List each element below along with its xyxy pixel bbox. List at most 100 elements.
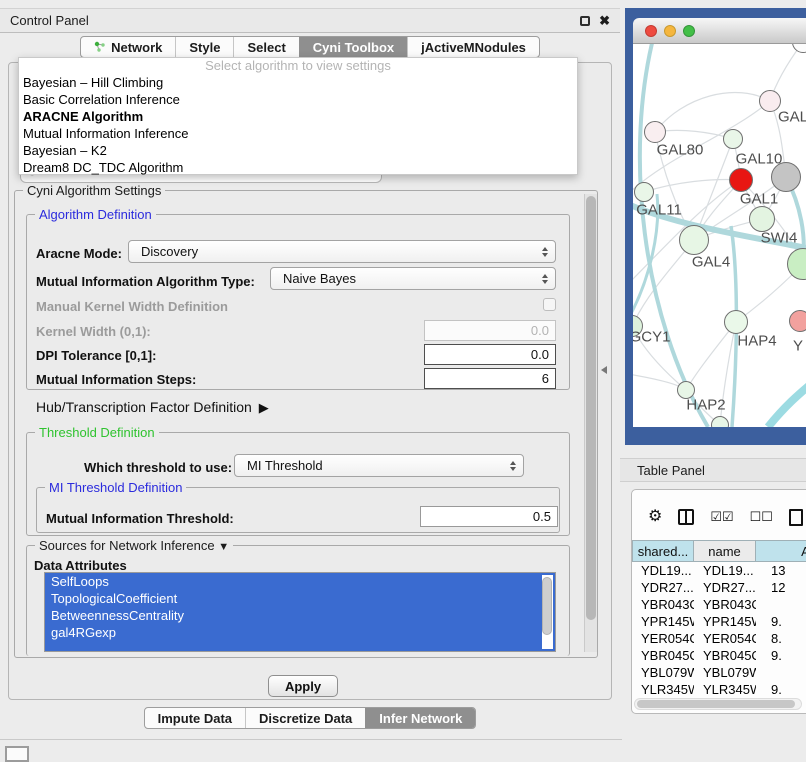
attribute-list-overflow [45, 641, 555, 651]
table-toolbar: ⚙ ☑☑ ☐☐ [631, 500, 806, 534]
zoom-button[interactable] [683, 25, 695, 37]
column-header-name[interactable]: name [694, 540, 756, 562]
float-panel-icon[interactable] [580, 16, 590, 26]
gear-icon[interactable]: ⚙ [648, 509, 662, 525]
algorithm-option-bayesian-hill-climbing[interactable]: Bayesian – Hill Climbing [19, 74, 577, 91]
tab-cyni-toolbox[interactable]: Cyni Toolbox [299, 37, 407, 57]
attribute-item-betweennesscentrality[interactable]: BetweennessCentrality [45, 607, 555, 624]
cell: YER054C [694, 631, 756, 646]
tab-style[interactable]: Style [175, 37, 233, 57]
algorithm-dropdown-placeholder: Select algorithm to view settings [19, 58, 577, 74]
cell: YLR345W [694, 682, 756, 697]
tab-label: Discretize Data [259, 711, 352, 726]
table-row[interactable]: YPR145WYPR145W9. [632, 613, 806, 630]
mi-type-select[interactable]: Naive Bayes [270, 267, 556, 290]
network-window-titlebar[interactable] [633, 18, 806, 44]
table-body: YDL19...YDL19...13YDR27...YDR27...12YBR0… [632, 562, 806, 697]
network-node-gal4[interactable] [679, 225, 709, 255]
kernel-width-label: Kernel Width (0,1): [36, 324, 151, 339]
attribute-item-topologicalcoefficient[interactable]: TopologicalCoefficient [45, 590, 555, 607]
mi-type-value: Naive Bayes [283, 271, 356, 286]
cell: YBL079W [632, 665, 694, 680]
tab-network[interactable]: Network [81, 37, 175, 57]
tab-infer-network[interactable]: Infer Network [365, 708, 475, 728]
manual-kernel-checkbox[interactable] [543, 298, 556, 311]
network-node-hap4[interactable] [724, 310, 748, 334]
table-row[interactable]: YBL079WYBL079W [632, 664, 806, 681]
which-threshold-select[interactable]: MI Threshold [234, 454, 524, 477]
columns-icon[interactable] [678, 509, 694, 525]
network-node[interactable] [771, 162, 801, 192]
dpi-tolerance-input[interactable] [424, 344, 556, 365]
node-label-hap2: HAP2 [686, 397, 725, 414]
table-row[interactable]: YER054CYER054C8. [632, 630, 806, 647]
tab-label: Style [189, 40, 220, 55]
dpi-tolerance-label: DPI Tolerance [0,1]: [36, 348, 156, 363]
algorithm-option-dream8-dc-tdc-algorithm[interactable]: Dream8 DC_TDC Algorithm [19, 159, 577, 176]
cell: YPR145W [632, 614, 694, 629]
minimized-panel-icon[interactable] [5, 746, 29, 762]
cell: 9. [756, 648, 806, 663]
which-threshold-label: Which threshold to use: [84, 460, 232, 475]
cell: 8. [756, 631, 806, 646]
algorithm-option-aracne-algorithm[interactable]: ARACNE Algorithm [19, 108, 577, 125]
close-panel-icon[interactable]: ✖ [599, 16, 610, 26]
settings-vertical-scrollbar[interactable] [584, 194, 597, 652]
mi-steps-label: Mutual Information Steps: [36, 372, 196, 387]
table-row[interactable]: YDL19...YDL19...13 [632, 562, 806, 579]
select-all-icon[interactable]: ☑☑ [710, 509, 733, 525]
network-node-gal80[interactable] [644, 121, 666, 143]
mi-threshold-input[interactable] [420, 506, 558, 527]
hub-definition-toggle[interactable]: Hub/Transcription Factor Definition ▶ [36, 399, 266, 416]
network-node-gal1[interactable] [749, 206, 775, 232]
table-scrollbar-thumb[interactable] [637, 700, 795, 708]
network-icon [94, 41, 106, 53]
algorithm-definition-title: Algorithm Definition [35, 207, 156, 222]
table-row[interactable]: YBR045CYBR045C9. [632, 647, 806, 664]
cell: 9. [756, 614, 806, 629]
settings-scrollbar-thumb[interactable] [586, 196, 596, 620]
bottom-tabbar: Impute Data Discretize Data Infer Network [0, 707, 620, 729]
sources-group-title[interactable]: Sources for Network Inference ▼ [35, 538, 233, 553]
minimize-button[interactable] [664, 25, 676, 37]
mi-steps-input[interactable] [424, 368, 556, 389]
splitter-collapse-icon[interactable] [601, 366, 607, 374]
attribute-list-scrollbar[interactable] [542, 575, 553, 649]
algorithm-option-basic-correlation-inference[interactable]: Basic Correlation Inference [19, 91, 577, 108]
mi-type-label: Mutual Information Algorithm Type: [36, 274, 255, 289]
network-node[interactable] [711, 416, 729, 427]
tab-select[interactable]: Select [233, 37, 298, 57]
tab-jactivemnodules[interactable]: jActiveMNodules [407, 37, 539, 57]
column-header-a[interactable]: A [756, 540, 806, 562]
algorithm-option-bayesian-k2[interactable]: Bayesian – K2 [19, 142, 577, 159]
algorithm-option-mutual-information-inference[interactable]: Mutual Information Inference [19, 125, 577, 142]
export-table-icon[interactable] [789, 509, 803, 526]
node-label-gal4: GAL4 [692, 254, 730, 271]
tab-impute-data[interactable]: Impute Data [145, 708, 245, 728]
data-attributes-list[interactable]: SelfLoopsTopologicalCoefficientBetweenne… [44, 572, 556, 652]
network-node-y[interactable] [789, 310, 806, 332]
attribute-item-gal4rgexp[interactable]: gal4RGexp [45, 624, 555, 641]
kernel-width-input[interactable] [424, 320, 556, 341]
table-row[interactable]: YDR27...YDR27...12 [632, 579, 806, 596]
hub-definition-label: Hub/Transcription Factor Definition [36, 399, 252, 415]
attribute-scrollbar-thumb[interactable] [542, 577, 552, 635]
deselect-all-icon[interactable]: ☐☐ [750, 509, 773, 525]
cell: YDL19... [632, 563, 694, 578]
tab-discretize-data[interactable]: Discretize Data [245, 708, 365, 728]
table-horizontal-scrollbar[interactable] [634, 698, 802, 710]
stepper-arrows-icon [542, 247, 548, 257]
attribute-item-selfloops[interactable]: SelfLoops [45, 573, 555, 590]
table-row[interactable]: YBR043CYBR043C [632, 596, 806, 613]
aracne-mode-select[interactable]: Discovery [128, 240, 556, 263]
network-node[interactable] [729, 168, 753, 192]
column-header-shared[interactable]: shared... [632, 540, 694, 562]
control-panel-title: Control Panel [0, 13, 89, 28]
network-node-gal10[interactable] [723, 129, 743, 149]
close-button[interactable] [645, 25, 657, 37]
cell: YBL079W [694, 665, 756, 680]
apply-button[interactable]: Apply [268, 675, 338, 697]
network-canvas[interactable]: GALGAL80GAL10GAL11GAL1GAL4SWI4GCY1HAP4YH… [633, 44, 806, 427]
network-node-gal11[interactable] [634, 182, 654, 202]
table-row[interactable]: YLR345WYLR345W9. [632, 681, 806, 697]
